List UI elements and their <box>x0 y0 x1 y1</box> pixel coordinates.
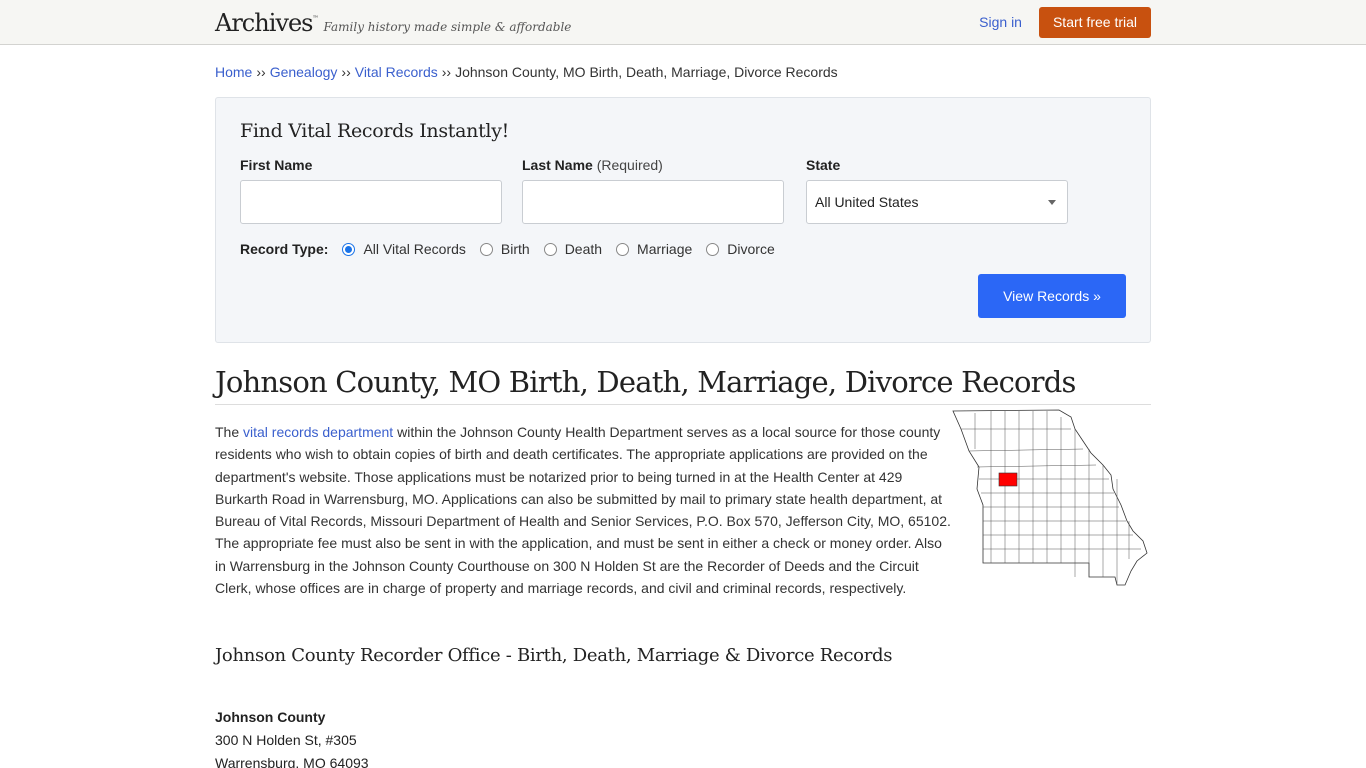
radio-unchecked-icon[interactable] <box>706 242 720 256</box>
office-address: Johnson County 300 N Holden St, #305 War… <box>215 706 1151 768</box>
state-selected-value: All United States <box>815 194 919 210</box>
recorder-office-heading: Johnson County Recorder Office - Birth, … <box>215 645 893 667</box>
breadcrumb-separator: ›› <box>341 64 351 80</box>
site-logo[interactable]: Archives™ <box>215 9 318 37</box>
record-type-label: Record Type: <box>240 241 329 257</box>
vital-records-department-link[interactable]: vital records department <box>243 424 393 440</box>
first-name-label: First Name <box>240 157 313 173</box>
state-select[interactable]: All United States <box>806 180 1068 224</box>
radio-divorce[interactable]: Divorce <box>706 241 775 257</box>
office-address-line2: Warrensburg, MO 64093 <box>215 755 369 768</box>
radio-birth[interactable]: Birth <box>479 241 530 257</box>
radio-all-vital-records[interactable]: All Vital Records <box>342 241 466 257</box>
radio-death[interactable]: Death <box>543 241 602 257</box>
page-title: Johnson County, MO Birth, Death, Marriag… <box>215 365 1151 405</box>
last-name-input[interactable] <box>522 180 784 224</box>
state-label: State <box>806 157 841 173</box>
missouri-county-map <box>952 409 1148 586</box>
first-name-input[interactable] <box>240 180 502 224</box>
start-free-trial-button[interactable]: Start free trial <box>1038 6 1151 38</box>
brand: Archives™ Family history made simple & a… <box>215 9 571 37</box>
search-form: Find Vital Records Instantly! First Name… <box>215 97 1151 343</box>
radio-unchecked-icon[interactable] <box>479 242 493 256</box>
trademark: ™ <box>312 15 319 22</box>
sign-in-link[interactable]: Sign in <box>979 14 1022 30</box>
radio-checked-icon[interactable] <box>342 242 356 256</box>
breadcrumb-separator: ›› <box>256 64 266 80</box>
top-nav-bar: Archives™ Family history made simple & a… <box>0 0 1366 45</box>
radio-unchecked-icon[interactable] <box>616 242 630 256</box>
breadcrumb-current: Johnson County, MO Birth, Death, Marriag… <box>455 64 838 80</box>
last-name-label: Last Name (Required) <box>522 157 663 173</box>
intro-paragraph: The vital records department within the … <box>215 424 951 597</box>
first-name-group: First Name <box>240 157 502 224</box>
office-name: Johnson County <box>215 709 326 726</box>
tagline: Family history made simple & affordable <box>323 20 572 34</box>
logo-text: Archives <box>215 9 313 37</box>
search-title: Find Vital Records Instantly! <box>240 120 509 142</box>
johnson-county-highlight <box>998 472 1018 487</box>
record-type-group: Record Type: All Vital Records Birth Dea… <box>240 241 1126 257</box>
office-address-line1: 300 N Holden St, #305 <box>215 732 357 749</box>
state-outline <box>952 409 1148 586</box>
last-name-group: Last Name (Required) <box>522 157 784 224</box>
breadcrumb-genealogy[interactable]: Genealogy <box>270 64 338 80</box>
state-group: State All United States <box>806 157 1068 224</box>
breadcrumb-home[interactable]: Home <box>215 64 252 80</box>
radio-unchecked-icon[interactable] <box>543 242 557 256</box>
required-note: (Required) <box>596 157 663 173</box>
view-records-button[interactable]: View Records » <box>978 274 1126 318</box>
breadcrumb: Home ›› Genealogy ›› Vital Records ›› Johnson … <box>215 64 1151 84</box>
radio-marriage[interactable]: Marriage <box>616 241 692 257</box>
breadcrumb-vital-records[interactable]: Vital Records <box>355 64 438 80</box>
chevron-down-icon <box>1048 199 1056 205</box>
breadcrumb-separator: ›› <box>441 64 452 80</box>
